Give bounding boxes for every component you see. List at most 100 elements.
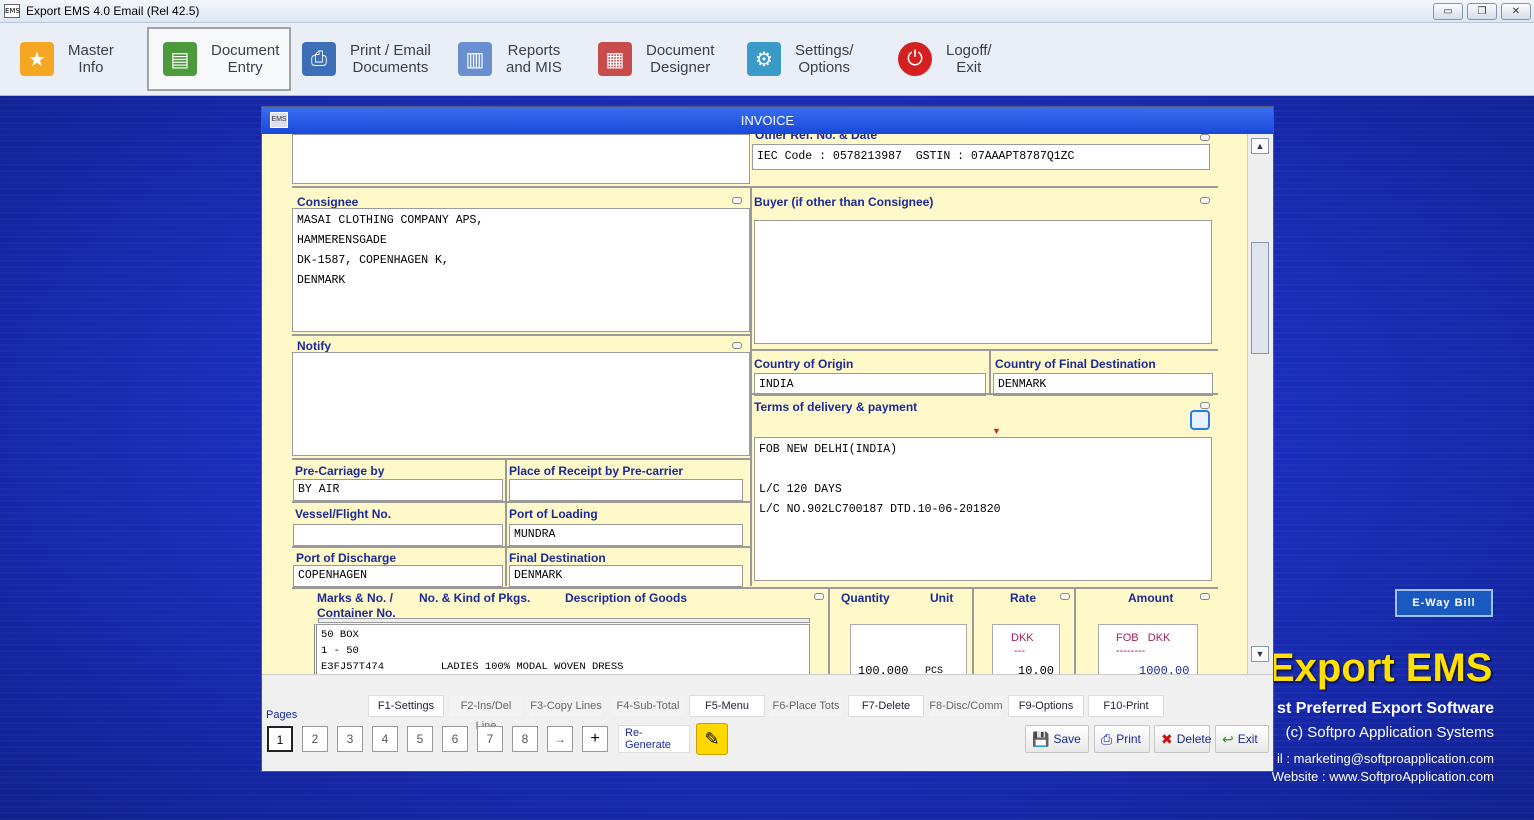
place-receipt-field[interactable]: [509, 479, 743, 501]
amount-expand[interactable]: [1200, 593, 1210, 600]
notify-field[interactable]: [292, 352, 750, 456]
toolbar-settings-button[interactable]: ⚙ Settings/Options: [741, 27, 881, 91]
buyer-expand[interactable]: [1200, 197, 1210, 204]
port-loading-field[interactable]: MUNDRA: [509, 524, 743, 546]
pre-carriage-field[interactable]: BY AIR: [293, 479, 503, 501]
notify-expand[interactable]: [732, 342, 742, 349]
page-button-4[interactable]: 4: [372, 726, 398, 752]
other-ref-expand[interactable]: [1200, 134, 1210, 141]
fkey-button[interactable]: F1-Settings: [368, 695, 444, 717]
toolbar-designer-button[interactable]: ▦ Document Designer: [592, 27, 732, 91]
final-dest-label: Final Destination: [509, 551, 606, 565]
page-button-1[interactable]: 1: [267, 726, 293, 752]
consignee-field[interactable]: MASAI CLOTHING COMPANY APS, HAMMERENSGAD…: [292, 208, 750, 332]
rate-label: Rate: [1010, 591, 1037, 605]
delete-label: Delete: [1176, 732, 1212, 746]
goods-description-field[interactable]: 50 BOX 1 - 50 E3FJ57T474 LADIES 100% MOD…: [314, 624, 810, 674]
toolbar-logoff-button[interactable]: ⏻ Logoff/Exit: [892, 27, 1012, 91]
toolbar-label: Reports: [507, 42, 561, 59]
invoice-title-bar: EMS INVOICE: [262, 107, 1273, 134]
brand-copyright: (c) Softpro Application Systems: [1285, 724, 1494, 741]
terms-label: Terms of delivery & payment: [754, 400, 918, 414]
delete-button[interactable]: ✖ Delete: [1154, 725, 1212, 753]
toolbar-document-button[interactable]: ▤ Document Entry: [147, 27, 291, 91]
document-entry-icon: ▤: [163, 42, 197, 76]
exit-icon: ↩: [1222, 730, 1234, 747]
minimize-button[interactable]: ▭: [1433, 3, 1463, 20]
fkey-button[interactable]: F10-Print: [1088, 695, 1164, 717]
page-next-button[interactable]: →: [547, 726, 573, 752]
print-label: Print: [1116, 732, 1141, 746]
toolbar-label: Exit: [956, 59, 982, 76]
fkey-button[interactable]: F8-Disc/Comm: [928, 695, 1004, 717]
port-loading-label: Port of Loading: [509, 507, 598, 521]
save-button[interactable]: 💾 Save: [1025, 725, 1089, 753]
toolbar-label: Designer: [650, 59, 711, 76]
amount-value: 1000.00: [1139, 664, 1190, 674]
fkey-button[interactable]: F7-Delete: [848, 695, 924, 717]
form-scrollbar[interactable]: ▲ ▼: [1247, 134, 1273, 674]
fkey-button[interactable]: F4-Sub-Total: [610, 695, 686, 717]
app-icon: EMS: [4, 4, 20, 18]
port-discharge-field[interactable]: COPENHAGEN: [293, 565, 503, 587]
scroll-thumb[interactable]: [1251, 242, 1269, 354]
page-button-8[interactable]: 8: [512, 726, 538, 752]
fkey-button[interactable]: F5-Menu: [689, 695, 765, 717]
fkey-button[interactable]: F9-Options: [1008, 695, 1084, 717]
printer-icon: ⎙: [302, 42, 336, 76]
fkey-button[interactable]: F6-Place Tots: [768, 695, 844, 717]
close-button[interactable]: ✕: [1501, 3, 1531, 20]
print-button[interactable]: ⎙ Print: [1094, 725, 1150, 753]
exporter-box[interactable]: [292, 134, 750, 184]
toolbar-label: Options: [798, 59, 851, 76]
toolbar-print-button[interactable]: ⎙ Print / Email Documents: [296, 27, 446, 91]
country-origin-label: Country of Origin: [754, 357, 854, 371]
rate-expand[interactable]: [1060, 593, 1070, 600]
rate-separator: ---: [1014, 645, 1025, 657]
goods-ruler: [318, 618, 810, 623]
main-toolbar: ★ Master Info ▤ Document Entry ⎙ Print / Email D…: [0, 23, 1534, 96]
restore-button[interactable]: ❐: [1467, 3, 1497, 20]
exit-button[interactable]: ↩ Exit: [1215, 725, 1269, 753]
invoice-window-icon: EMS: [270, 112, 288, 128]
buyer-field[interactable]: [754, 220, 1212, 344]
page-button-7[interactable]: 7: [477, 726, 503, 752]
notify-label: Notify: [297, 339, 331, 353]
terms-dropdown-icon[interactable]: ▼: [992, 426, 1001, 436]
toolbar-label: Print / Email: [350, 42, 431, 59]
save-label: Save: [1053, 732, 1081, 746]
scroll-down-arrow[interactable]: ▼: [1251, 646, 1269, 662]
toolbar-master-button[interactable]: ★ Master Info: [14, 27, 144, 91]
scroll-up-arrow[interactable]: ▲: [1251, 138, 1269, 154]
brand-email: il : marketing@softproapplication.com: [1277, 751, 1494, 766]
page-button-3[interactable]: 3: [337, 726, 363, 752]
fkey-button[interactable]: F2-Ins/Del Line: [448, 695, 524, 732]
brand-tagline: st Preferred Export Software: [1277, 700, 1494, 717]
invoice-window: EMS INVOICE Other Ref. No. & Date IEC Co…: [261, 106, 1274, 772]
final-dest-field[interactable]: DENMARK: [509, 565, 743, 587]
toolbar-reports-button[interactable]: ▥ Reports and MIS: [452, 27, 582, 91]
buyer-label: Buyer (if other than Consignee): [754, 195, 934, 209]
terms-lookup-icon[interactable]: [1190, 410, 1210, 430]
toolbar-label: Documents: [352, 59, 429, 76]
other-ref-field[interactable]: IEC Code : 0578213987 GSTIN : 07AAAPT878…: [752, 144, 1210, 170]
pages-label: Pages: [266, 709, 298, 721]
attach-icon[interactable]: ✎: [696, 723, 728, 755]
toolbar-label: Settings/: [795, 42, 854, 59]
terms-expand[interactable]: [1200, 402, 1210, 409]
page-button-2[interactable]: 2: [302, 726, 328, 752]
toolbar-label: Document: [211, 42, 280, 59]
consignee-expand[interactable]: [732, 197, 742, 204]
page-button-6[interactable]: 6: [442, 726, 468, 752]
fkey-button[interactable]: F3-Copy Lines: [528, 695, 604, 717]
delete-icon: ✖: [1161, 730, 1173, 747]
vessel-field[interactable]: [293, 524, 503, 546]
page-add-button[interactable]: +: [582, 726, 608, 752]
unit-value: PCS: [925, 666, 944, 674]
page-button-5[interactable]: 5: [407, 726, 433, 752]
regenerate-button[interactable]: Re-Generate: [618, 725, 690, 753]
terms-field[interactable]: FOB NEW DELHI(INDIA) L/C 120 DAYS L/C NO…: [754, 437, 1212, 581]
pre-carriage-label: Pre-Carriage by: [295, 464, 385, 478]
eway-bill-button[interactable]: E-Way Bill: [1395, 589, 1493, 617]
goods-expand[interactable]: [814, 593, 824, 600]
